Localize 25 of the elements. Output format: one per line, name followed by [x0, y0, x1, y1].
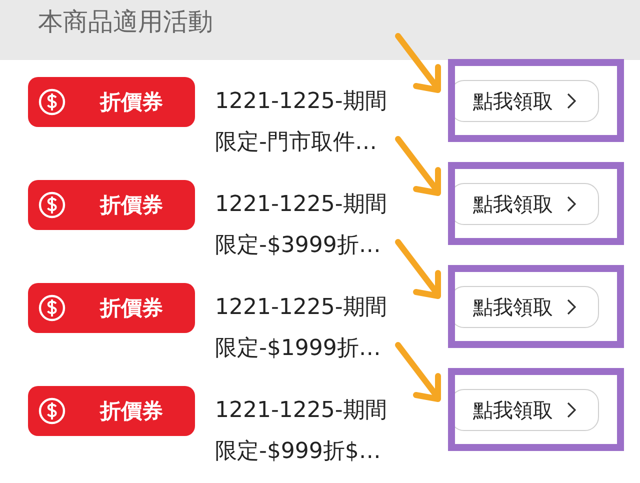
coupon-title-line: 1221-1225-期間: [215, 191, 388, 219]
dollar-icon: [38, 397, 66, 425]
pointer-arrow: [395, 342, 441, 402]
coupon-title-line: 限定-門市取件…: [215, 129, 378, 157]
dollar-icon: [38, 88, 66, 116]
coupon-title-line: 1221-1225-期間: [215, 88, 388, 116]
chevron-right-icon: [567, 196, 576, 212]
coupon-title-line: 1221-1225-期間: [215, 294, 388, 322]
coupon-badge: 折價券: [28, 180, 195, 230]
coupon-badge: 折價券: [28, 77, 195, 127]
coupon-badge: 折價券: [28, 386, 195, 436]
coupon-badge: 折價券: [28, 283, 195, 333]
pointer-arrow: [395, 33, 441, 93]
dollar-icon: [38, 294, 66, 322]
section-title: 本商品適用活動: [38, 7, 213, 36]
dollar-icon: [38, 191, 66, 219]
coupon-title-line: 限定-$1999折…: [215, 335, 382, 363]
chevron-right-icon: [567, 402, 576, 418]
coupon-title-line: 限定-$3999折…: [215, 232, 382, 260]
chevron-right-icon: [567, 93, 576, 109]
coupon-title-line: 限定-$999折$…: [215, 438, 382, 466]
chevron-right-icon: [567, 299, 576, 315]
coupon-title-line: 1221-1225-期間: [215, 397, 388, 425]
pointer-arrow: [395, 136, 441, 196]
pointer-arrow: [395, 239, 441, 299]
